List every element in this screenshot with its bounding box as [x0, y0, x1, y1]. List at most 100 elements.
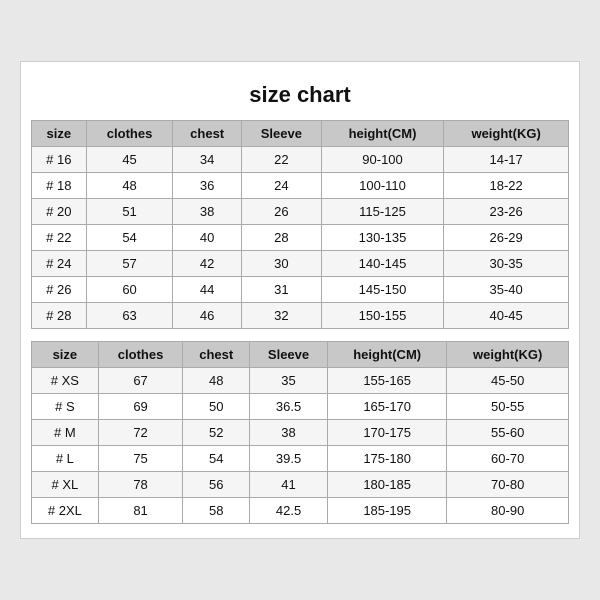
table-cell: 18-22 [444, 173, 569, 199]
table-row: # XS674835155-16545-50 [32, 368, 569, 394]
table-cell: 60-70 [447, 446, 569, 472]
table-cell: 26 [241, 199, 321, 225]
table-cell: 45 [86, 147, 173, 173]
table-row: # 22544028130-13526-29 [32, 225, 569, 251]
chart-title: size chart [31, 72, 569, 120]
table-row: # 26604431145-15035-40 [32, 277, 569, 303]
table-cell: 28 [241, 225, 321, 251]
column-header: height(CM) [328, 342, 447, 368]
table-row: # 24574230140-14530-35 [32, 251, 569, 277]
table-cell: 70-80 [447, 472, 569, 498]
table-cell: 55-60 [447, 420, 569, 446]
table-cell: 30-35 [444, 251, 569, 277]
table-row: # L755439.5175-18060-70 [32, 446, 569, 472]
table-cell: 54 [86, 225, 173, 251]
table-row: # 20513826115-12523-26 [32, 199, 569, 225]
column-header: height(CM) [321, 121, 443, 147]
table-cell: 38 [250, 420, 328, 446]
table-cell: 155-165 [328, 368, 447, 394]
table-cell: # 18 [32, 173, 87, 199]
table-cell: 72 [98, 420, 183, 446]
table-cell: # 20 [32, 199, 87, 225]
table-cell: 69 [98, 394, 183, 420]
table-cell: 78 [98, 472, 183, 498]
table-cell: 56 [183, 472, 250, 498]
column-header: clothes [98, 342, 183, 368]
table-cell: 75 [98, 446, 183, 472]
table-cell: 67 [98, 368, 183, 394]
table-cell: 41 [250, 472, 328, 498]
size-table-1: sizeclotheschestSleeveheight(CM)weight(K… [31, 120, 569, 329]
table-cell: 48 [183, 368, 250, 394]
column-header: weight(KG) [444, 121, 569, 147]
table1-body: # 1645342290-10014-17# 18483624100-11018… [32, 147, 569, 329]
table1-header: sizeclotheschestSleeveheight(CM)weight(K… [32, 121, 569, 147]
table-cell: 170-175 [328, 420, 447, 446]
table-cell: 150-155 [321, 303, 443, 329]
table-cell: 32 [241, 303, 321, 329]
table-cell: 145-150 [321, 277, 443, 303]
column-header: Sleeve [241, 121, 321, 147]
table-cell: 35 [250, 368, 328, 394]
table-cell: 42 [173, 251, 241, 277]
table-cell: 81 [98, 498, 183, 524]
table-row: # 1645342290-10014-17 [32, 147, 569, 173]
table-row: # 28634632150-15540-45 [32, 303, 569, 329]
table-cell: 14-17 [444, 147, 569, 173]
column-header: size [32, 121, 87, 147]
table-cell: 100-110 [321, 173, 443, 199]
table-cell: 57 [86, 251, 173, 277]
table-cell: 26-29 [444, 225, 569, 251]
table-cell: 90-100 [321, 147, 443, 173]
table-row: # 2XL815842.5185-19580-90 [32, 498, 569, 524]
table-row: # M725238170-17555-60 [32, 420, 569, 446]
table-cell: 50 [183, 394, 250, 420]
table-cell: 80-90 [447, 498, 569, 524]
table-cell: 175-180 [328, 446, 447, 472]
table2-body: # XS674835155-16545-50# S695036.5165-170… [32, 368, 569, 524]
column-header: chest [183, 342, 250, 368]
table-cell: 31 [241, 277, 321, 303]
table-cell: 52 [183, 420, 250, 446]
table-cell: 48 [86, 173, 173, 199]
table-cell: 39.5 [250, 446, 328, 472]
table-cell: 45-50 [447, 368, 569, 394]
size-table-2: sizeclotheschestSleeveheight(CM)weight(K… [31, 341, 569, 524]
table-cell: 24 [241, 173, 321, 199]
table2-header: sizeclotheschestSleeveheight(CM)weight(K… [32, 342, 569, 368]
table-cell: # 24 [32, 251, 87, 277]
table-cell: 44 [173, 277, 241, 303]
table-cell: 35-40 [444, 277, 569, 303]
table-row: # S695036.5165-17050-55 [32, 394, 569, 420]
column-header: Sleeve [250, 342, 328, 368]
table-cell: # 2XL [32, 498, 99, 524]
table-cell: 38 [173, 199, 241, 225]
table-cell: 40-45 [444, 303, 569, 329]
column-header: clothes [86, 121, 173, 147]
table-cell: 22 [241, 147, 321, 173]
table-cell: 34 [173, 147, 241, 173]
table-cell: 54 [183, 446, 250, 472]
column-header: chest [173, 121, 241, 147]
table-row: # XL785641180-18570-80 [32, 472, 569, 498]
table-cell: 36 [173, 173, 241, 199]
table-cell: # M [32, 420, 99, 446]
size-chart-card: size chart sizeclotheschestSleeveheight(… [20, 61, 580, 539]
table-cell: # 26 [32, 277, 87, 303]
table-cell: # 16 [32, 147, 87, 173]
table-cell: 40 [173, 225, 241, 251]
table-cell: # XL [32, 472, 99, 498]
table-cell: 30 [241, 251, 321, 277]
table-cell: # 28 [32, 303, 87, 329]
column-header: size [32, 342, 99, 368]
table-cell: # XS [32, 368, 99, 394]
table-cell: # S [32, 394, 99, 420]
table-cell: 51 [86, 199, 173, 225]
table-cell: 140-145 [321, 251, 443, 277]
table-cell: 185-195 [328, 498, 447, 524]
table-cell: 58 [183, 498, 250, 524]
table-cell: 165-170 [328, 394, 447, 420]
table-cell: 63 [86, 303, 173, 329]
table-cell: # L [32, 446, 99, 472]
table-cell: 115-125 [321, 199, 443, 225]
